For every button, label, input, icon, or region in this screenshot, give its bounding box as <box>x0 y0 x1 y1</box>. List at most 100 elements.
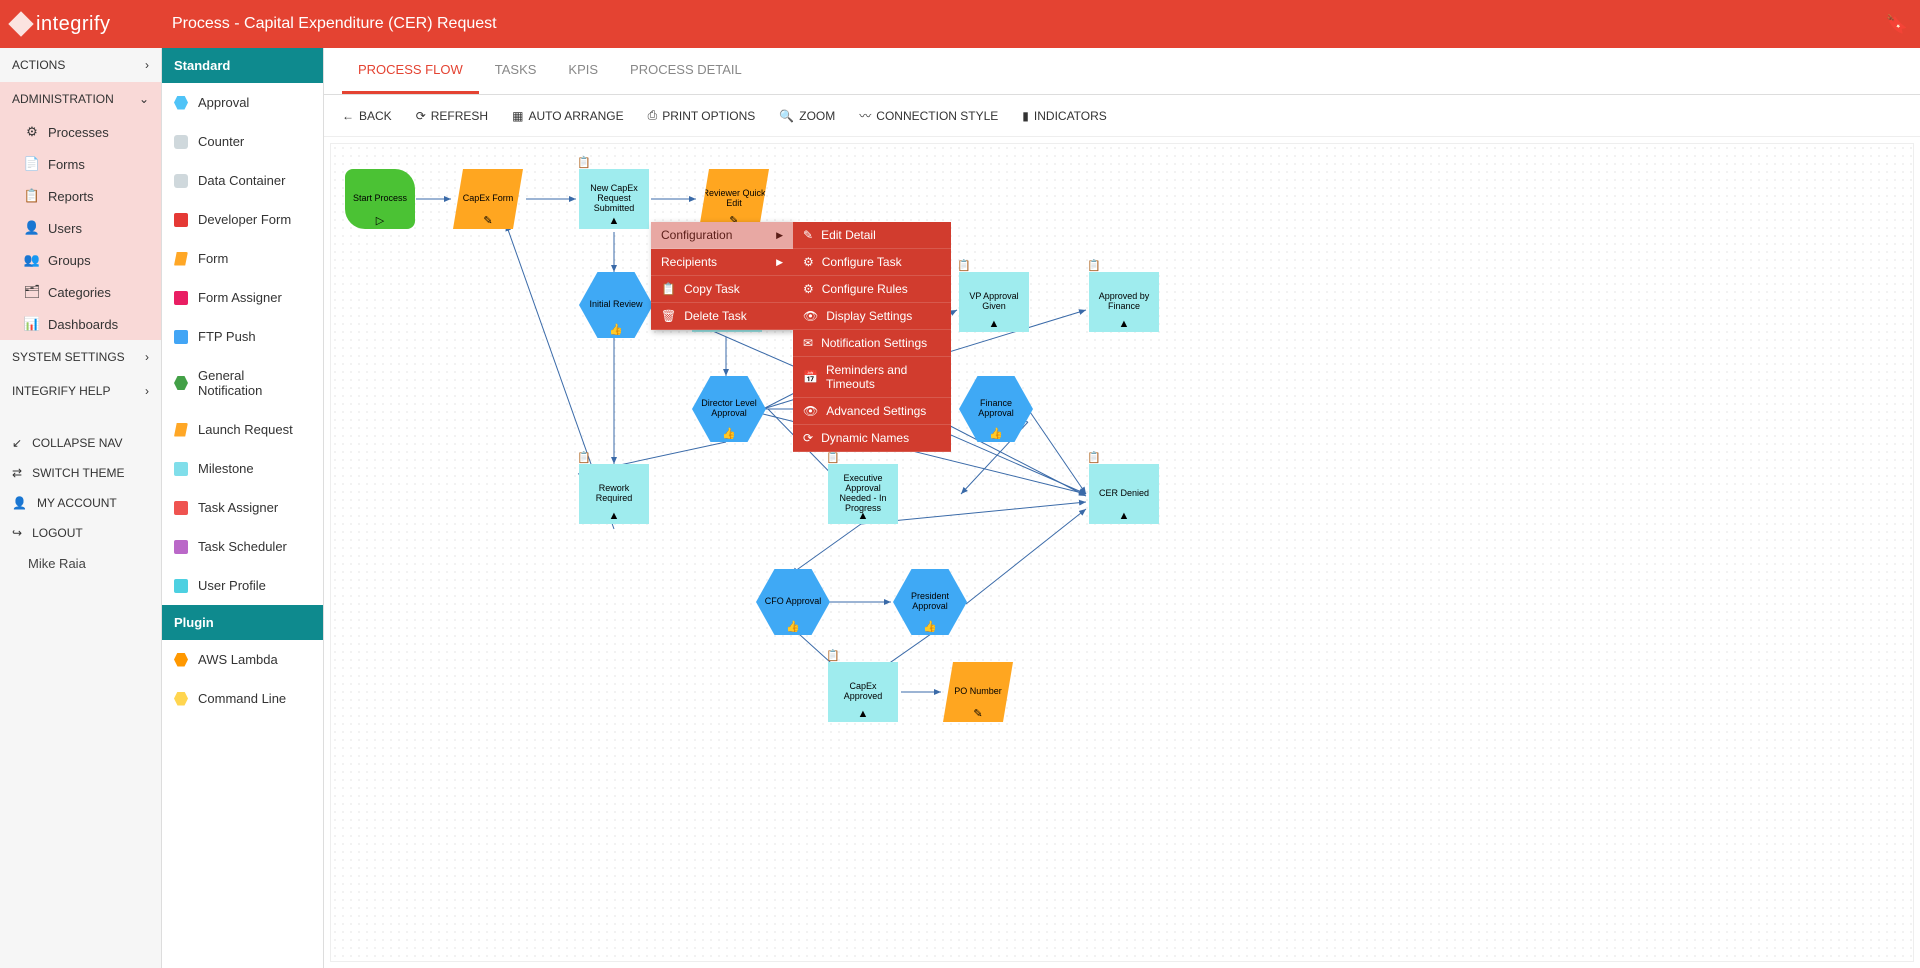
ctx-sub-icon: ✉ <box>803 336 813 350</box>
ctx-sub-label: Configure Rules <box>822 282 908 296</box>
tool-auto-arrange[interactable]: ▦AUTO ARRANGE <box>512 109 623 123</box>
ctx-sub-display-settings[interactable]: 👁Display Settings <box>793 303 951 330</box>
nav-bottom-label: LOGOUT <box>32 526 83 540</box>
ctx-sub-label: Configure Task <box>822 255 902 269</box>
nav-item-groups[interactable]: 👥Groups <box>0 244 161 276</box>
node-vp-approval-given[interactable]: 📋VP Approval Given▲ <box>959 272 1029 332</box>
palette-general-notification[interactable]: General Notification <box>162 356 323 410</box>
badge-icon: 👥 <box>754 557 768 569</box>
ctx-sub-dynamic-names[interactable]: ⟳Dynamic Names <box>793 425 951 452</box>
node-cer-denied[interactable]: 📋CER Denied▲ <box>1089 464 1159 524</box>
tab-process-detail[interactable]: PROCESS DETAIL <box>614 48 758 94</box>
node-exec-approval-needed[interactable]: 📋Executive Approval Needed - In Progress… <box>828 464 898 524</box>
logo-icon <box>8 11 33 36</box>
badge-icon: 👥 <box>957 364 971 376</box>
ctx-sub-icon: 👁 <box>803 404 818 418</box>
node-cfo-approval[interactable]: 👥CFO Approval👍 <box>756 569 830 635</box>
nav-system-settings-label: SYSTEM SETTINGS <box>12 350 125 364</box>
nav-item-dashboards[interactable]: 📊Dashboards <box>0 308 161 340</box>
nav-item-categories[interactable]: 🗂Categories <box>0 276 161 308</box>
nav-item-reports[interactable]: 📋Reports <box>0 180 161 212</box>
palette-user-profile[interactable]: User Profile <box>162 566 323 605</box>
node-director-approval[interactable]: 👥Director Level Approval👍 <box>692 376 766 442</box>
tool-back[interactable]: ←BACK <box>342 109 392 123</box>
palette-ftp-push[interactable]: FTP Push <box>162 317 323 356</box>
ctx-sub-label: Edit Detail <box>821 228 876 242</box>
flow-canvas[interactable]: Start Process▷ 👤CapEx Form✎ 📋New CapEx R… <box>330 143 1914 962</box>
node-start-process[interactable]: Start Process▷ <box>345 169 415 229</box>
node-new-capex-submitted[interactable]: 📋New CapEx Request Submitted▲ <box>579 169 649 229</box>
ctx-sub-icon: 📅 <box>803 370 818 384</box>
nav-switch-theme[interactable]: ⇄SWITCH THEME <box>0 458 161 488</box>
palette-item-label: Form Assigner <box>198 290 282 305</box>
nav-my-account[interactable]: 👤MY ACCOUNT <box>0 488 161 518</box>
ctx-delete-task[interactable]: 🗑Delete Task <box>651 303 793 330</box>
nav-help[interactable]: INTEGRIFY HELP › <box>0 374 161 408</box>
ctx-copy-task[interactable]: 📋 Copy Task <box>651 276 793 303</box>
ctx-sub-configure-rules[interactable]: ⚙Configure Rules <box>793 276 951 303</box>
node-approved-by-finance[interactable]: 📋Approved by Finance▲ <box>1089 272 1159 332</box>
badge-icon: 👤 <box>451 157 465 169</box>
ctx-sub-edit-detail[interactable]: ✎Edit Detail <box>793 222 951 249</box>
palette-task-scheduler[interactable]: Task Scheduler <box>162 527 323 566</box>
node-capex-approved[interactable]: 📋CapEx Approved▲ <box>828 662 898 722</box>
triangle-icon: ▲ <box>1119 510 1130 522</box>
palette-launch-request[interactable]: Launch Request <box>162 410 323 449</box>
palette-form-assigner[interactable]: Form Assigner <box>162 278 323 317</box>
bookmark-icon[interactable]: 🔖 <box>1886 14 1908 35</box>
palette-approval[interactable]: Approval <box>162 83 323 122</box>
tool-zoom[interactable]: 🔍ZOOM <box>779 109 835 123</box>
triangle-icon: ▲ <box>989 318 1000 330</box>
nav-item-users[interactable]: 👤Users <box>0 212 161 244</box>
badge-icon: 📋 <box>1087 452 1101 464</box>
node-rework-required[interactable]: 📋Rework Required▲ <box>579 464 649 524</box>
tool-indicators[interactable]: ▮INDICATORS <box>1022 109 1107 123</box>
node-po-number[interactable]: 👥PO Number✎ <box>943 662 1013 722</box>
logo[interactable]: integrify <box>12 13 162 36</box>
plugin-item-label: Command Line <box>198 691 286 706</box>
palette-developer-form[interactable]: Developer Form <box>162 200 323 239</box>
tabs: PROCESS FLOW TASKS KPIS PROCESS DETAIL <box>324 48 1920 95</box>
ctx-icon: 📋 <box>661 282 676 296</box>
node-finance-approval[interactable]: 👥Finance Approval👍 <box>959 376 1033 442</box>
tab-kpis[interactable]: KPIS <box>552 48 614 94</box>
tab-process-flow[interactable]: PROCESS FLOW <box>342 48 479 94</box>
nav-actions[interactable]: ACTIONS › <box>0 48 161 82</box>
nav-item-forms[interactable]: 📄Forms <box>0 148 161 180</box>
tool-print[interactable]: ⎙PRINT OPTIONS <box>648 108 756 123</box>
node-capex-form[interactable]: 👤CapEx Form✎ <box>453 169 523 229</box>
palette-milestone[interactable]: Milestone <box>162 449 323 488</box>
tool-conn-label: CONNECTION STYLE <box>876 109 998 123</box>
plugin-item-label: AWS Lambda <box>198 652 278 667</box>
nav-logout[interactable]: ↪LOGOUT <box>0 518 161 548</box>
tool-connection-style[interactable]: 〰CONNECTION STYLE <box>859 107 998 124</box>
nav-item-label: Dashboards <box>48 317 118 332</box>
palette-counter[interactable]: Counter <box>162 122 323 161</box>
nav-administration[interactable]: ADMINISTRATION ⌄ <box>0 82 161 116</box>
ctx-sub-advanced-settings[interactable]: 👁Advanced Settings <box>793 398 951 425</box>
node-label: Start Process <box>353 194 407 204</box>
plugin-command-line[interactable]: Command Line <box>162 679 323 718</box>
badge-icon: 📋 <box>826 452 840 464</box>
node-reviewer-quick-edit[interactable]: 👥Reviewer Quick Edit✎ <box>699 169 769 229</box>
nav-system-settings[interactable]: SYSTEM SETTINGS › <box>0 340 161 374</box>
palette-data-container[interactable]: Data Container <box>162 161 323 200</box>
ctx-recipients[interactable]: Recipients▶ <box>651 249 793 276</box>
ctx-configuration[interactable]: Configuration▶ <box>651 222 793 249</box>
nav-item-processes[interactable]: ⚙Processes <box>0 116 161 148</box>
plugin-aws-lambda[interactable]: AWS Lambda <box>162 640 323 679</box>
node-president-approval[interactable]: 👥President Approval👍 <box>893 569 967 635</box>
badge-icon: 👥 <box>690 364 704 376</box>
tool-refresh[interactable]: ⟳REFRESH <box>416 109 488 123</box>
palette-form[interactable]: Form <box>162 239 323 278</box>
brand-text: integrify <box>36 13 111 36</box>
thumb-icon: 👍 <box>989 428 1003 440</box>
ctx-sub-reminders-and-timeouts[interactable]: 📅Reminders and Timeouts <box>793 357 951 398</box>
node-initial-review[interactable]: 👤Initial Review👍 <box>579 272 653 338</box>
palette-task-assigner[interactable]: Task Assigner <box>162 488 323 527</box>
ctx-sub-configure-task[interactable]: ⚙Configure Task <box>793 249 951 276</box>
ctx-label: Copy Task <box>684 282 740 296</box>
tab-tasks[interactable]: TASKS <box>479 48 553 94</box>
nav-collapse-nav[interactable]: ↙COLLAPSE NAV <box>0 428 161 458</box>
ctx-sub-notification-settings[interactable]: ✉Notification Settings <box>793 330 951 357</box>
